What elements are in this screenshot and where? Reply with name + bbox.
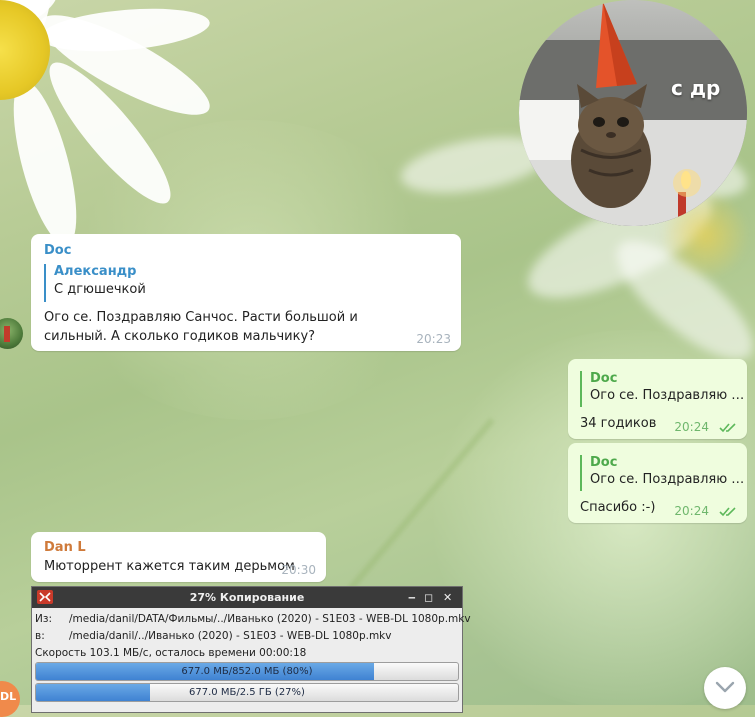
copy-progress-screenshot[interactable]: 27% Копирование ‒ ◻ ✕ Из: /media/danil/D…	[31, 586, 471, 713]
copy-speed: Скорость 103.1 МБ/с, осталось времени 00…	[35, 647, 307, 659]
from-label: Из:	[35, 613, 52, 625]
reply-quote[interactable]: Doc Ого се. Поздравляю С...	[580, 371, 747, 407]
dialog-titlebar: 27% Копирование ‒ ◻ ✕	[32, 587, 462, 608]
read-double-check-icon	[719, 507, 736, 517]
total-progress-label: 677.0 МБ/2.5 ГБ (27%)	[189, 687, 305, 698]
to-path: /media/danil/../Иванько (2020) - S1E03 -…	[69, 630, 392, 642]
reply-text: Ого се. Поздравляю С...	[590, 472, 747, 487]
message-time: 20:30	[281, 563, 316, 577]
message-bubble-incoming[interactable]: Doc Александр С дгюшечкой Ого се. Поздра…	[31, 234, 461, 351]
chevron-down-icon	[715, 681, 735, 693]
message-sender[interactable]: Dan L	[44, 540, 86, 555]
app-logo-icon	[37, 590, 53, 604]
message-bubble-outgoing[interactable]: Doc Ого се. Поздравляю С... 34 годиков 2…	[568, 359, 747, 439]
sticker-caption: с др	[671, 76, 721, 100]
message-text: Спасибо :-)	[580, 500, 656, 515]
sticker-cat-birthday[interactable]: с др	[519, 0, 747, 226]
from-path: /media/danil/DATA/Фильмы/../Иванько (202…	[69, 613, 471, 625]
message-text: Ого се. Поздравляю Санчос. Расти большой…	[44, 310, 358, 344]
message-bubble-incoming[interactable]: Dan L Мюторрент кажется таким дерьмом 20…	[31, 532, 326, 582]
message-time: 20:24	[674, 504, 709, 518]
total-progress-bar: 677.0 МБ/2.5 ГБ (27%)	[35, 683, 459, 702]
scroll-to-bottom-button[interactable]	[704, 667, 746, 709]
message-time: 20:24	[674, 420, 709, 434]
message-time: 20:23	[416, 332, 451, 346]
reply-author: Александр	[54, 264, 137, 279]
file-progress-bar: 677.0 МБ/852.0 МБ (80%)	[35, 662, 459, 681]
reply-text: С дгюшечкой	[54, 282, 146, 297]
maximize-icon: ◻	[424, 591, 434, 604]
reply-author: Doc	[590, 371, 618, 386]
avatar-initials: DL	[0, 690, 17, 703]
message-text: 34 годиков	[580, 416, 657, 431]
file-progress-label: 677.0 МБ/852.0 МБ (80%)	[181, 666, 313, 677]
dialog-title: 27% Копирование	[189, 591, 305, 604]
cat-with-party-hat-sticker	[519, 2, 747, 226]
message-bubble-outgoing[interactable]: Doc Ого се. Поздравляю С... Спасибо :-) …	[568, 443, 747, 523]
reply-quote[interactable]: Doc Ого се. Поздравляю С...	[580, 455, 747, 491]
reply-quote[interactable]: Александр С дгюшечкой	[44, 264, 434, 302]
reply-text: Ого се. Поздравляю С...	[590, 388, 747, 403]
to-label: в:	[35, 630, 45, 642]
message-text: Мюторрент кажется таким дерьмом	[44, 559, 295, 574]
reply-author: Doc	[590, 455, 618, 470]
read-double-check-icon	[719, 423, 736, 433]
message-sender[interactable]: Doc	[44, 243, 71, 258]
close-icon: ✕	[443, 591, 453, 604]
minimize-icon: ‒	[408, 591, 416, 604]
